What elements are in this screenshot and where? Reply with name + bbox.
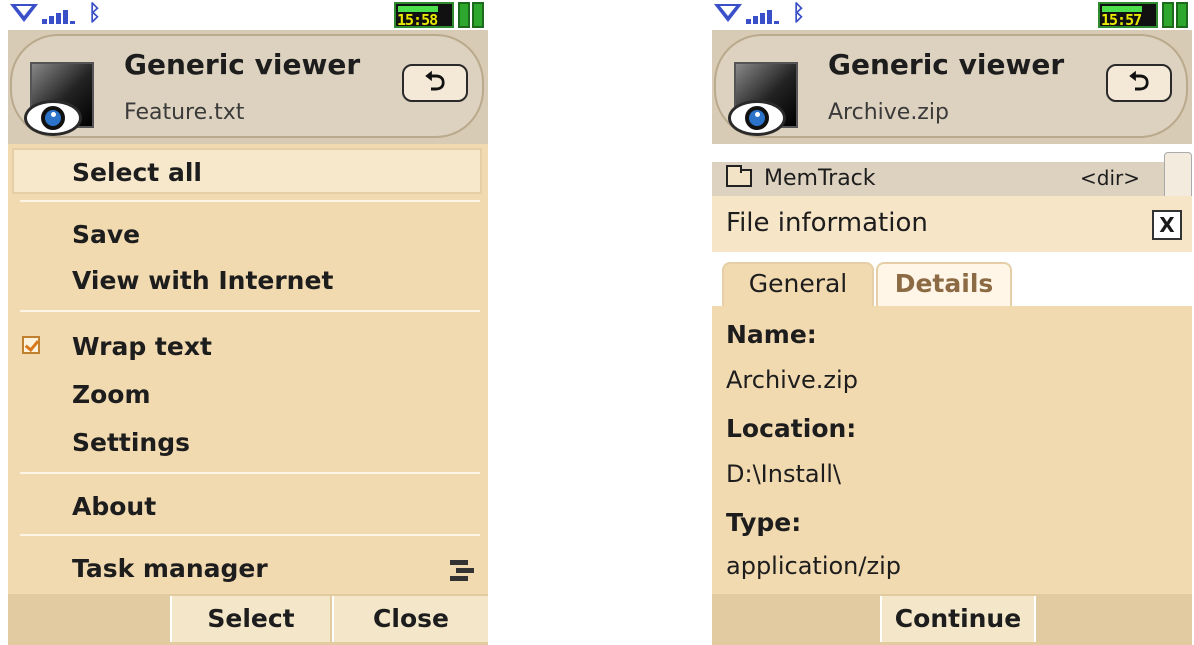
close-dialog-button[interactable]: X bbox=[1152, 210, 1182, 240]
bluetooth-icon: ᛒ bbox=[88, 1, 102, 26]
menu-item-zoom[interactable]: Zoom bbox=[8, 372, 488, 418]
back-button[interactable]: ⮌ bbox=[1106, 64, 1172, 102]
app-title: Generic viewer bbox=[124, 48, 361, 81]
menu-item-label: Save bbox=[72, 220, 141, 249]
status-bar: ᛒ 15:57 bbox=[712, 0, 1192, 30]
name-label: Name: bbox=[726, 320, 817, 349]
menu-item-about[interactable]: About bbox=[8, 484, 488, 530]
clock-battery-indicator: 15:58 bbox=[394, 2, 454, 29]
dialog-title: File information bbox=[726, 208, 928, 238]
menu-item-settings[interactable]: Settings bbox=[8, 420, 488, 466]
clock-time: 15:57 bbox=[1101, 11, 1142, 29]
type-value: application/zip bbox=[726, 552, 901, 580]
list-item-type: <dir> bbox=[1080, 166, 1140, 190]
checkbox-icon[interactable] bbox=[22, 336, 40, 354]
clock-battery-indicator: 15:57 bbox=[1098, 2, 1158, 29]
location-label: Location: bbox=[726, 414, 857, 443]
select-button[interactable]: Select bbox=[170, 596, 330, 642]
folder-icon bbox=[726, 165, 752, 187]
menu-divider bbox=[20, 472, 480, 474]
app-header: Generic viewer Feature.txt ⮌ bbox=[8, 30, 488, 144]
scrollbar[interactable] bbox=[1164, 152, 1192, 200]
header-pill: Generic viewer Archive.zip ⮌ bbox=[714, 34, 1188, 138]
list-item[interactable]: MemTrack <dir> bbox=[712, 162, 1192, 196]
clock-time: 15:58 bbox=[397, 11, 438, 29]
task-manager-icon bbox=[448, 556, 474, 582]
network-arrow-icon bbox=[10, 4, 38, 22]
battery-icon bbox=[458, 2, 470, 28]
back-button[interactable]: ⮌ bbox=[402, 64, 468, 102]
battery-icon bbox=[472, 2, 484, 28]
phone-screen-file-info: ᛒ 15:57 Generic viewer Archive.zip ⮌ Mem… bbox=[712, 0, 1192, 645]
signal-icon bbox=[42, 6, 82, 24]
menu-divider bbox=[20, 310, 480, 312]
dialog-title-bar: File information X bbox=[712, 196, 1192, 252]
tab-strip: General Details bbox=[712, 252, 1192, 306]
bluetooth-icon: ᛒ bbox=[792, 1, 806, 26]
tab-details[interactable]: Details bbox=[876, 262, 1012, 306]
menu-item-label: Settings bbox=[72, 428, 191, 457]
phone-screen-menu: ᛒ 15:58 Generic viewer Feature.txt ⮌ Sel… bbox=[8, 0, 488, 645]
softkey-bar: Select Close bbox=[8, 594, 488, 645]
softkey-bar: Continue bbox=[712, 594, 1192, 645]
viewer-eye-icon bbox=[728, 62, 798, 136]
menu-item-wrap-text[interactable]: Wrap text bbox=[8, 324, 488, 370]
location-value: D:\Install\ bbox=[726, 460, 841, 488]
app-header: Generic viewer Archive.zip ⮌ bbox=[712, 30, 1192, 144]
continue-button[interactable]: Continue bbox=[880, 596, 1036, 642]
battery-icon bbox=[1162, 2, 1174, 28]
battery-icon bbox=[1176, 2, 1188, 28]
close-button[interactable]: Close bbox=[332, 596, 488, 642]
status-bar: ᛒ 15:58 bbox=[8, 0, 488, 30]
tab-general[interactable]: General bbox=[722, 262, 874, 306]
app-title: Generic viewer bbox=[828, 48, 1065, 81]
network-arrow-icon bbox=[714, 4, 742, 22]
menu-item-task-manager[interactable]: Task manager bbox=[8, 546, 488, 592]
menu-item-label: About bbox=[72, 492, 157, 521]
menu-item-label: Wrap text bbox=[72, 332, 212, 361]
menu-item-label: View with Internet bbox=[72, 266, 334, 295]
menu-item-label: Task manager bbox=[72, 554, 268, 583]
menu-item-label: Select all bbox=[72, 158, 202, 187]
header-pill: Generic viewer Feature.txt ⮌ bbox=[10, 34, 484, 138]
options-menu: Select all Save View with Internet Wrap … bbox=[8, 144, 488, 594]
file-name: Archive.zip bbox=[828, 100, 949, 125]
menu-item-select-all[interactable]: Select all bbox=[12, 148, 482, 194]
menu-divider bbox=[20, 534, 480, 536]
menu-item-save[interactable]: Save bbox=[8, 212, 488, 258]
menu-item-label: Zoom bbox=[72, 380, 151, 409]
viewer-eye-icon bbox=[24, 62, 94, 136]
list-item-name: MemTrack bbox=[764, 166, 876, 191]
menu-item-view-with-internet[interactable]: View with Internet bbox=[8, 258, 488, 304]
name-value: Archive.zip bbox=[726, 366, 858, 394]
menu-divider bbox=[20, 200, 480, 202]
signal-icon bbox=[746, 6, 786, 24]
file-info-dialog: File information X General Details Name:… bbox=[712, 196, 1192, 594]
type-label: Type: bbox=[726, 508, 802, 537]
file-name: Feature.txt bbox=[124, 100, 245, 125]
